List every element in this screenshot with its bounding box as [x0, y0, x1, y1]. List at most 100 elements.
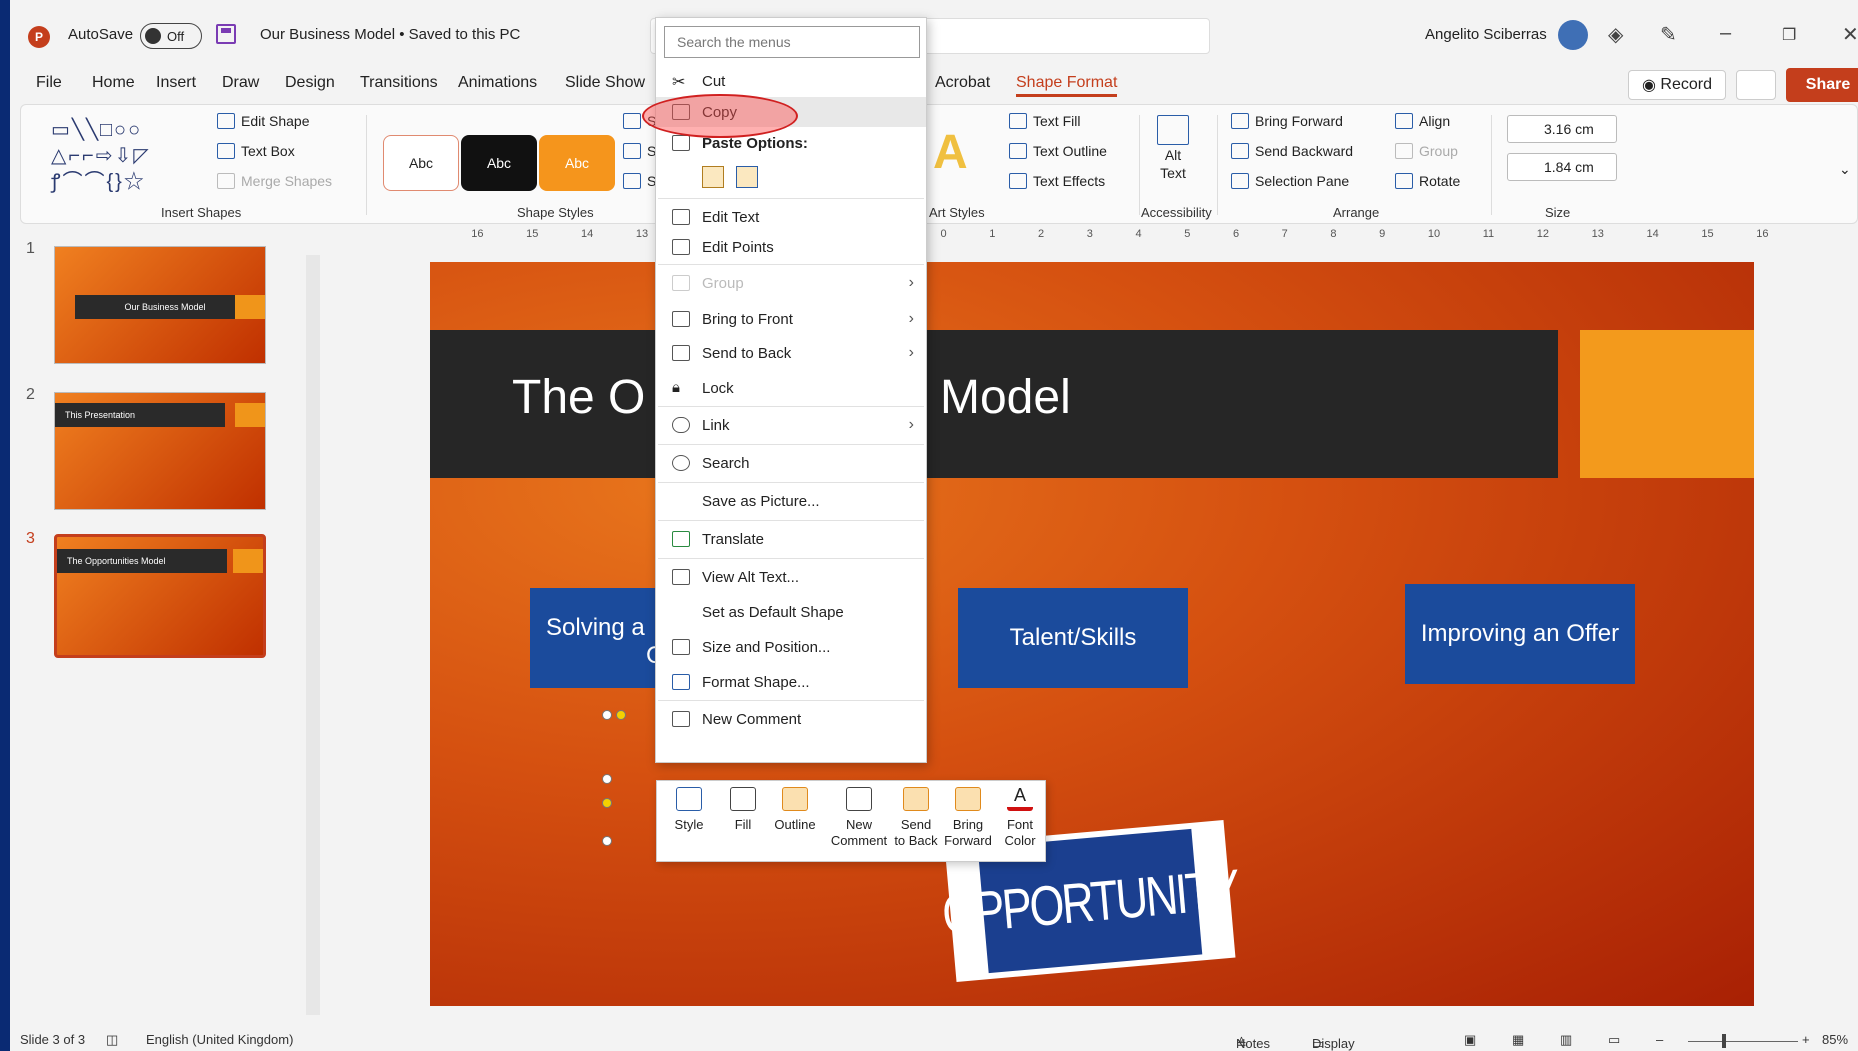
- mini-outline-button[interactable]: Outline: [769, 787, 821, 833]
- tab-insert[interactable]: Insert: [156, 74, 196, 92]
- slide-sorter-icon[interactable]: ▦: [1512, 1032, 1524, 1048]
- shape-effects-icon: [623, 173, 641, 189]
- slide-title-right[interactable]: Model: [940, 370, 1071, 425]
- document-title[interactable]: Our Business Model • Saved to this PC: [260, 26, 520, 43]
- wordart-style-icon[interactable]: A: [933, 125, 968, 180]
- pen-icon[interactable]: ✎: [1660, 22, 1677, 47]
- slide-thumbnail-2[interactable]: This Presentation: [54, 392, 266, 510]
- shape-style-1[interactable]: Abc: [383, 135, 459, 191]
- zoom-slider-thumb[interactable]: [1722, 1034, 1726, 1048]
- selection-handle[interactable]: [602, 774, 612, 784]
- save-icon[interactable]: [216, 24, 236, 44]
- menu-search-input[interactable]: Search the menus: [664, 26, 920, 58]
- text-effects-button[interactable]: Text Effects: [1009, 173, 1105, 189]
- text-outline-button[interactable]: Text Outline: [1009, 143, 1107, 159]
- share-button[interactable]: Share: [1786, 68, 1858, 102]
- menu-item-link[interactable]: Link ›: [656, 410, 926, 440]
- slideshow-icon[interactable]: ▭: [1608, 1032, 1620, 1048]
- ribbon-collapse-chevron-icon[interactable]: ⌄: [1839, 161, 1851, 178]
- shape-height-field[interactable]: 3.16 cm: [1507, 115, 1617, 143]
- adjustment-handle[interactable]: [602, 798, 612, 808]
- adjustment-handle[interactable]: [616, 710, 626, 720]
- tab-slide-show[interactable]: Slide Show: [565, 74, 645, 92]
- menu-item-group[interactable]: Group ›: [656, 268, 926, 298]
- menu-item-edit-text[interactable]: Edit Text: [656, 202, 926, 232]
- menu-item-size-and-position[interactable]: Size and Position...: [656, 632, 926, 662]
- mini-fill-button[interactable]: Fill: [723, 787, 763, 833]
- slide-counter[interactable]: Slide 3 of 3: [20, 1032, 85, 1047]
- menu-item-translate[interactable]: Translate: [656, 524, 926, 554]
- tab-acrobat[interactable]: Acrobat: [935, 74, 990, 92]
- zoom-in-icon[interactable]: +: [1802, 1032, 1810, 1047]
- merge-shapes-button[interactable]: Merge Shapes: [217, 173, 332, 189]
- shape-style-3[interactable]: Abc: [539, 135, 615, 191]
- menu-item-send-to-back[interactable]: Send to Back ›: [656, 338, 926, 368]
- paste-picture-icon[interactable]: [736, 166, 758, 188]
- text-fill-button[interactable]: Text Fill: [1009, 113, 1080, 129]
- edit-shape-button[interactable]: Edit Shape: [217, 113, 310, 129]
- align-button[interactable]: Align: [1395, 113, 1450, 129]
- tab-shape-format[interactable]: Shape Format: [1016, 74, 1118, 97]
- opportunity-box-3[interactable]: Improving an Offer: [1405, 584, 1635, 684]
- mini-font-color-button[interactable]: A Font Color: [997, 786, 1043, 849]
- shape-width-field[interactable]: 1.84 cm: [1507, 153, 1617, 181]
- alt-text-button[interactable]: Alt Text: [1157, 115, 1189, 181]
- comments-button[interactable]: [1736, 70, 1776, 100]
- slide-thumbnail-1[interactable]: Our Business Model: [54, 246, 266, 364]
- status-bar: Slide 3 of 3 ◫ English (United Kingdom) …: [10, 1028, 1858, 1051]
- menu-item-save-as-picture[interactable]: Save as Picture...: [656, 486, 926, 516]
- text-outline-icon: [1009, 143, 1027, 159]
- send-backward-button[interactable]: Send Backward: [1231, 143, 1353, 159]
- user-name[interactable]: Angelito Sciberras: [1425, 26, 1547, 43]
- shapes-gallery[interactable]: ▭╲╲□○○ △⌐⌐⇨⇩◸ ꝭ⌒⌒{}☆: [51, 117, 201, 195]
- diamond-icon[interactable]: ◈: [1608, 22, 1623, 47]
- selection-handle[interactable]: [602, 710, 612, 720]
- mini-bring-forward-button[interactable]: Bring Forward: [941, 787, 995, 849]
- menu-item-view-alt-text[interactable]: View Alt Text...: [656, 562, 926, 592]
- autosave-toggle[interactable]: Off: [140, 23, 202, 49]
- menu-item-bring-to-front[interactable]: Bring to Front ›: [656, 304, 926, 334]
- menu-item-edit-points[interactable]: Edit Points: [656, 232, 926, 262]
- minimize-icon[interactable]: –: [1720, 22, 1731, 45]
- menu-item-lock[interactable]: 🔒︎ Lock: [656, 373, 926, 403]
- text-box-button[interactable]: Text Box: [217, 143, 295, 159]
- slide-thumbnail-3[interactable]: The Opportunities Model: [54, 534, 266, 658]
- selection-pane-button[interactable]: Selection Pane: [1231, 173, 1349, 189]
- tab-design[interactable]: Design: [285, 74, 335, 92]
- group-button[interactable]: Group: [1395, 143, 1458, 159]
- menu-item-cut[interactable]: ✂ Cut: [656, 66, 926, 96]
- opportunity-box-2[interactable]: Talent/Skills: [958, 588, 1188, 688]
- menu-item-set-as-default-shape[interactable]: Set as Default Shape: [656, 597, 926, 627]
- shape-style-2[interactable]: Abc: [461, 135, 537, 191]
- zoom-level[interactable]: 85%: [1822, 1032, 1848, 1047]
- avatar[interactable]: [1558, 20, 1588, 50]
- menu-item-format-shape[interactable]: Format Shape...: [656, 667, 926, 697]
- restore-icon[interactable]: ❐: [1782, 25, 1796, 45]
- group-label: Group: [1419, 143, 1458, 159]
- tab-home[interactable]: Home: [92, 74, 135, 92]
- close-icon[interactable]: ✕: [1842, 22, 1858, 47]
- mini-send-to-back-button[interactable]: Send to Back: [889, 787, 943, 849]
- tab-transitions[interactable]: Transitions: [360, 74, 438, 92]
- tab-file[interactable]: File: [36, 74, 62, 92]
- accessibility-check-icon[interactable]: ◫: [106, 1032, 118, 1048]
- language-indicator[interactable]: English (United Kingdom): [146, 1032, 293, 1047]
- menu-item-search[interactable]: Search: [656, 448, 926, 478]
- selection-handle[interactable]: [602, 836, 612, 846]
- tab-animations[interactable]: Animations: [458, 74, 537, 92]
- mini-style-button[interactable]: Style: [669, 787, 709, 833]
- slide-title-left[interactable]: The O: [512, 370, 645, 425]
- reading-view-icon[interactable]: ▥: [1560, 1032, 1572, 1048]
- normal-view-icon[interactable]: ▣: [1464, 1032, 1476, 1048]
- mini-new-comment-button[interactable]: New Comment: [827, 787, 891, 849]
- align-icon: [1395, 113, 1413, 129]
- tab-draw[interactable]: Draw: [222, 74, 259, 92]
- bring-forward-button[interactable]: Bring Forward: [1231, 113, 1343, 129]
- rotate-button[interactable]: Rotate: [1395, 173, 1460, 189]
- record-button[interactable]: ◉ Record: [1628, 70, 1726, 100]
- slide-canvas[interactable]: The O Model Solving a C Talent/Skills Im…: [430, 262, 1754, 1006]
- menu-item-new-comment[interactable]: New Comment: [656, 704, 926, 734]
- paste-keep-formatting-icon[interactable]: [702, 166, 724, 188]
- zoom-slider[interactable]: [1688, 1041, 1798, 1042]
- zoom-out-icon[interactable]: –: [1656, 1032, 1663, 1047]
